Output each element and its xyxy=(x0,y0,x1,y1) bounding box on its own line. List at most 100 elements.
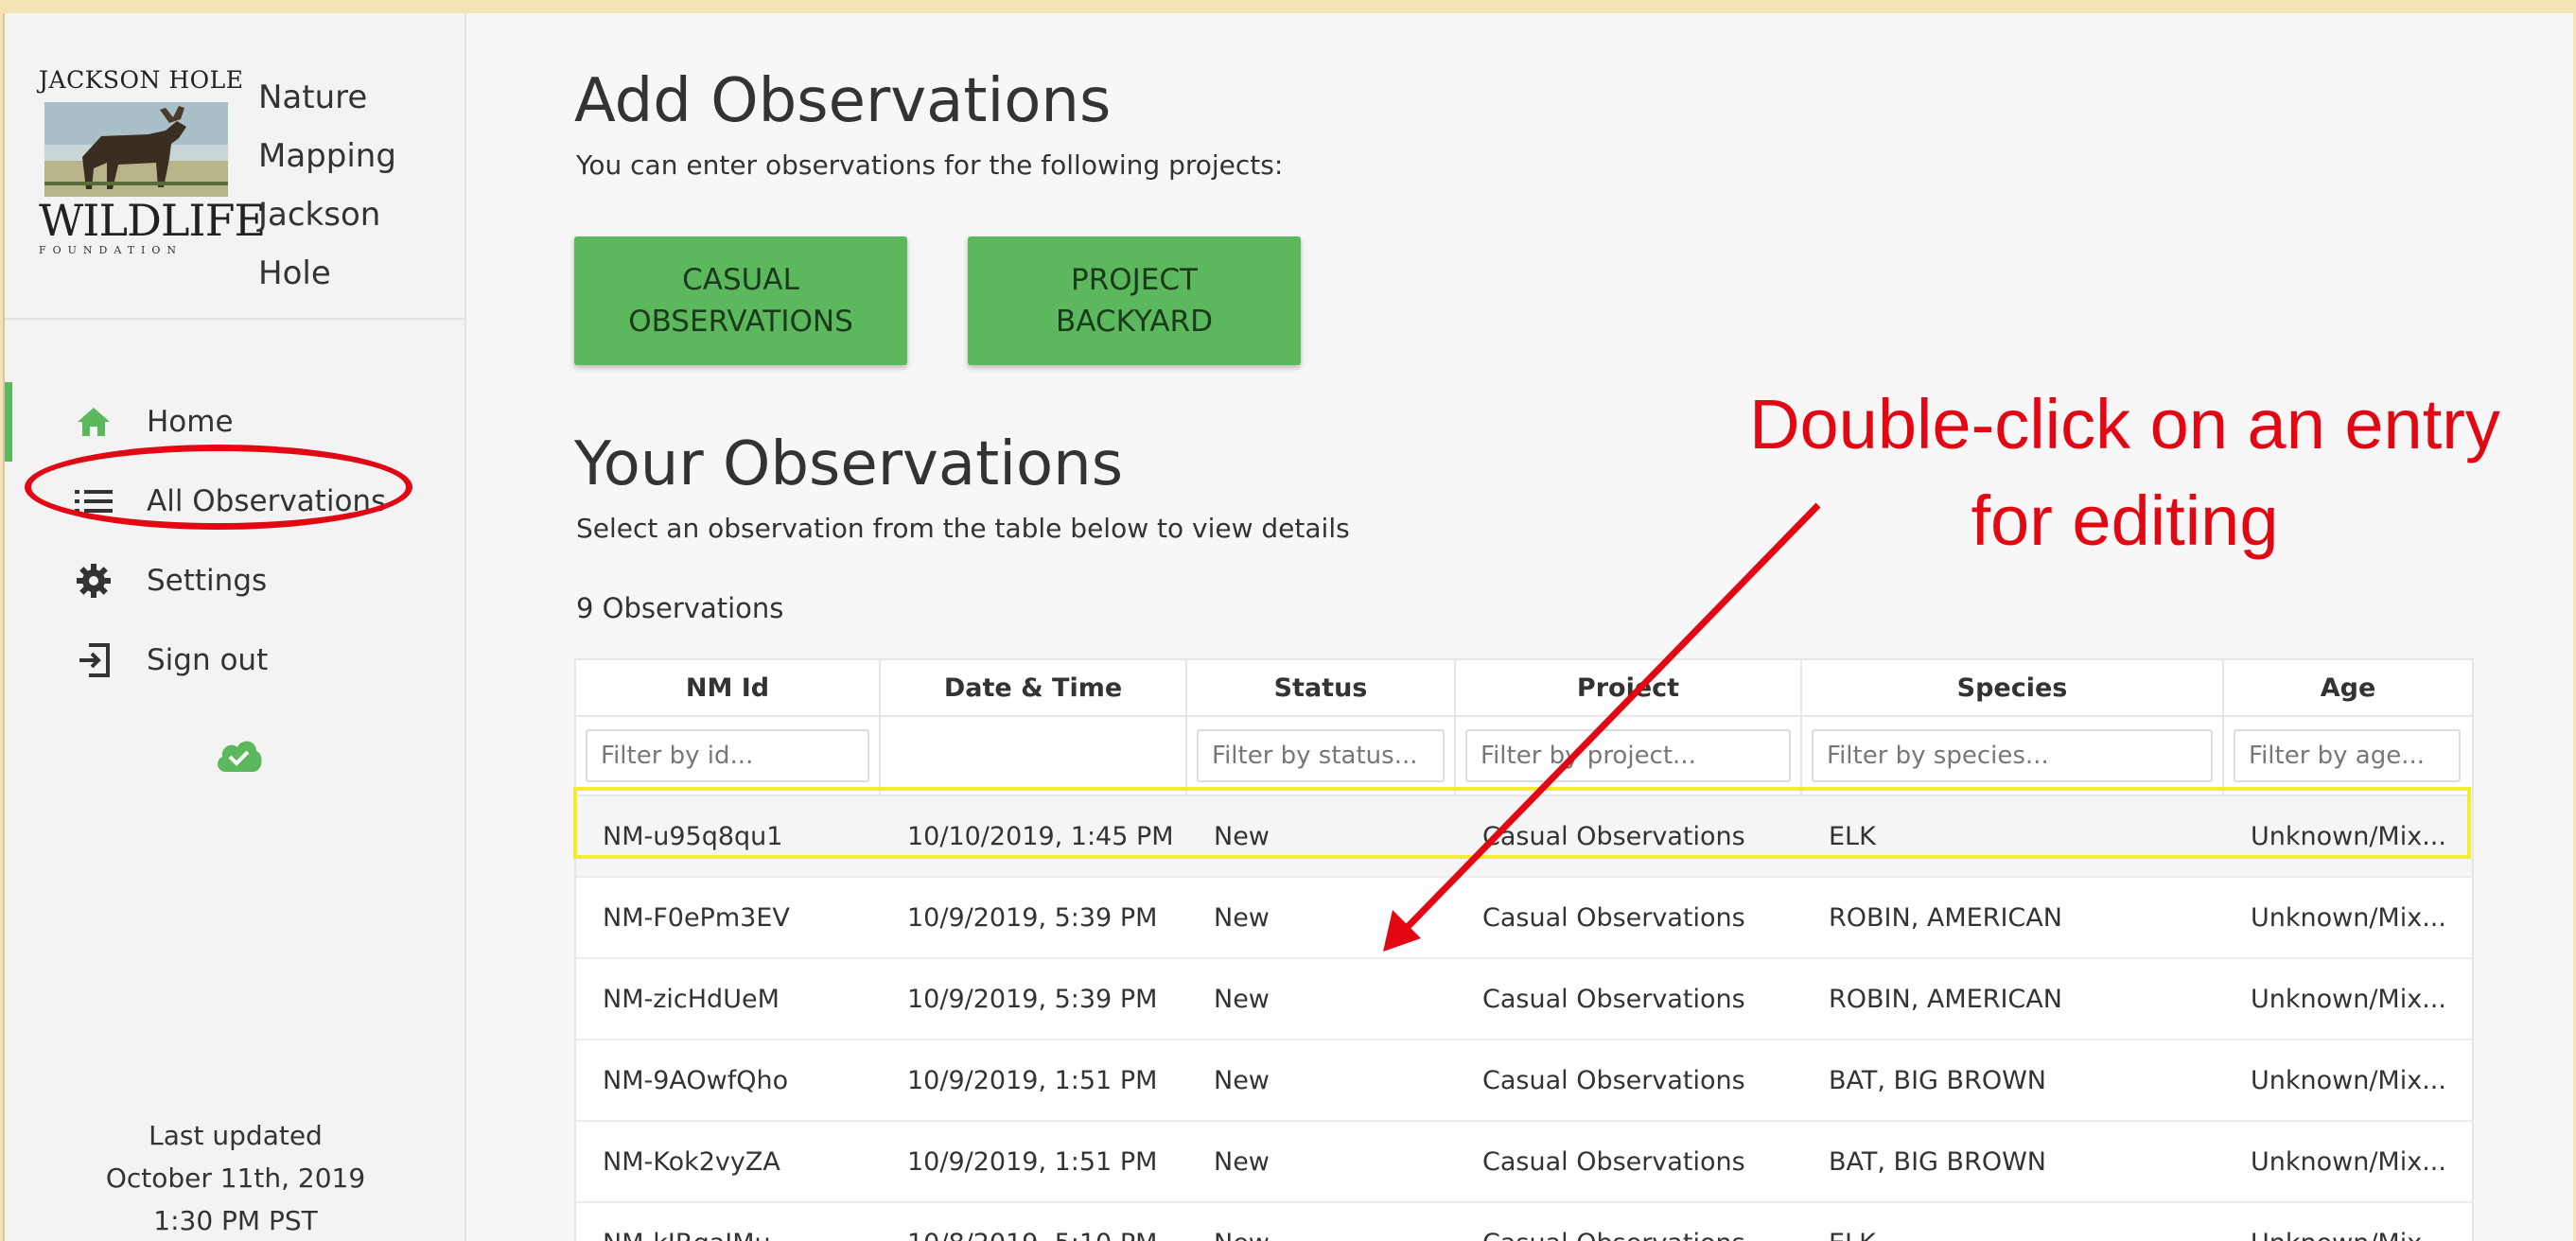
last-updated-label: Last updated xyxy=(149,1120,323,1151)
add-observations-subtitle: You can enter observations for the follo… xyxy=(576,149,1284,181)
filter-cell xyxy=(1456,717,1802,795)
column-header-nm-id[interactable]: NM Id xyxy=(576,660,881,715)
main-content: Add Observations You can enter observati… xyxy=(466,13,2573,1241)
table-row[interactable]: NM-u95q8qu1 10/10/2019, 1:45 PM New Casu… xyxy=(576,796,2472,878)
moose-logo-image xyxy=(44,102,228,197)
filter-cell xyxy=(1802,717,2224,795)
table-row[interactable]: NM-F0ePm3EV 10/9/2019, 5:39 PM New Casua… xyxy=(576,878,2472,959)
last-updated: Last updated October 11th, 2019 1:30 PM … xyxy=(5,1114,466,1241)
last-updated-time: 1:30 PM PST xyxy=(153,1205,318,1236)
filter-age-input[interactable] xyxy=(2234,729,2461,782)
nav-item-settings[interactable]: Settings xyxy=(5,541,464,620)
cell-project: Casual Observations xyxy=(1482,821,1745,851)
brand-header: JACKSON HOLE WILDLIFE FOUNDATION Nature … xyxy=(5,13,466,320)
sidebar-nav: Home All Observations Settings Sign out xyxy=(5,382,464,700)
column-header-date-time[interactable]: Date & Time xyxy=(881,660,1187,715)
filter-cell xyxy=(1187,717,1456,795)
column-header-project[interactable]: Project xyxy=(1456,660,1802,715)
annotation-circle xyxy=(25,445,412,530)
cell-age: Unknown/Mix... xyxy=(2251,902,2446,933)
foundation-logo[interactable]: JACKSON HOLE WILDLIFE FOUNDATION xyxy=(39,66,266,274)
filter-cell-empty xyxy=(881,717,1187,795)
cell-status: New xyxy=(1214,1065,1270,1095)
cell-age: Unknown/Mix... xyxy=(2251,984,2446,1014)
button-label-line: PROJECT xyxy=(1071,263,1198,297)
table-row[interactable]: NM-zicHdUeM 10/9/2019, 5:39 PM New Casua… xyxy=(576,959,2472,1040)
cell-project: Casual Observations xyxy=(1456,1203,1802,1241)
observation-count: 9 Observations xyxy=(576,592,784,624)
cell-species: BAT, BIG BROWN xyxy=(1829,1065,2046,1095)
brand-title[interactable]: Nature Mapping Jackson Hole xyxy=(258,68,447,303)
filter-species-input[interactable] xyxy=(1812,729,2213,782)
cell-status: New xyxy=(1214,902,1270,933)
table-row[interactable]: NM-kJRgaIMu 10/8/2019, 5:10 PM New Casua… xyxy=(576,1203,2472,1241)
cell-species: ROBIN, AMERICAN xyxy=(1829,902,2062,933)
cell-nm-id: NM-u95q8qu1 xyxy=(603,821,783,851)
cell-age: Unknown/Mix... xyxy=(2251,821,2446,851)
nav-item-label: Settings xyxy=(147,564,268,598)
filter-project-input[interactable] xyxy=(1465,729,1791,782)
table-row[interactable]: NM-Kok2vyZA 10/9/2019, 1:51 PM New Casua… xyxy=(576,1122,2472,1203)
observations-table: NM Id Date & Time Status Project Species… xyxy=(574,658,2474,1241)
cell-species: ROBIN, AMERICAN xyxy=(1829,984,2062,1014)
cell-date-time: 10/9/2019, 5:39 PM xyxy=(907,902,1158,933)
cell-nm-id: NM-kJRgaIMu xyxy=(576,1203,881,1241)
annotation-line: for editing xyxy=(1971,481,2279,560)
column-header-status[interactable]: Status xyxy=(1187,660,1456,715)
annotation-line: Double-click on an entry xyxy=(1749,385,2500,463)
cell-nm-id: NM-F0ePm3EV xyxy=(603,902,790,933)
button-label-line: BACKYARD xyxy=(1056,305,1213,339)
button-label-line: OBSERVATIONS xyxy=(628,305,853,339)
cell-nm-id: NM-9AOwfQho xyxy=(603,1065,789,1095)
logo-top-text: JACKSON HOLE xyxy=(39,66,244,94)
brand-line: Hole xyxy=(258,254,331,292)
project-backyard-button[interactable]: PROJECT BACKYARD xyxy=(968,236,1301,365)
column-header-age[interactable]: Age xyxy=(2224,660,2472,715)
add-observations-title: Add Observations xyxy=(574,66,1112,136)
cell-status: New xyxy=(1214,984,1270,1014)
table-row[interactable]: NM-9AOwfQho 10/9/2019, 1:51 PM New Casua… xyxy=(576,1040,2472,1122)
cell-status: New xyxy=(1214,821,1270,851)
cell-age: Unknown/Mix... xyxy=(2251,1065,2446,1095)
cell-status: New xyxy=(1187,1203,1456,1241)
nav-item-label: Sign out xyxy=(147,643,269,677)
cell-date-time: 10/9/2019, 1:51 PM xyxy=(907,1065,1158,1095)
filter-row xyxy=(576,717,2472,796)
cell-nm-id: NM-Kok2vyZA xyxy=(603,1146,780,1177)
cell-age: Unknown/Mix... xyxy=(2224,1203,2472,1241)
home-icon xyxy=(71,403,116,441)
cell-age: Unknown/Mix... xyxy=(2251,1146,2446,1177)
filter-cell xyxy=(2224,717,2472,795)
logo-main-text: WILDLIFE xyxy=(39,195,266,246)
cell-date-time: 10/9/2019, 1:51 PM xyxy=(907,1146,1158,1177)
column-header-species[interactable]: Species xyxy=(1802,660,2224,715)
cell-status: New xyxy=(1214,1146,1270,1177)
brand-line: Nature xyxy=(258,79,368,116)
filter-cell xyxy=(576,717,881,795)
table-header: NM Id Date & Time Status Project Species… xyxy=(576,660,2472,717)
cell-project: Casual Observations xyxy=(1482,1146,1745,1177)
your-observations-subtitle: Select an observation from the table bel… xyxy=(576,513,1350,544)
your-observations-title: Your Observations xyxy=(574,429,1124,499)
cell-project: Casual Observations xyxy=(1482,902,1745,933)
cell-species: ELK xyxy=(1829,821,1876,851)
cell-species: ELK xyxy=(1802,1203,2224,1241)
brand-line: Jackson xyxy=(258,196,381,234)
nav-item-label: Home xyxy=(147,405,234,439)
filter-id-input[interactable] xyxy=(586,729,869,782)
cell-date-time: 10/8/2019, 5:10 PM xyxy=(881,1203,1187,1241)
gear-icon xyxy=(71,562,116,600)
app-window: JACKSON HOLE WILDLIFE FOUNDATION Nature … xyxy=(3,13,2573,1241)
cell-date-time: 10/9/2019, 5:39 PM xyxy=(907,984,1158,1014)
filter-status-input[interactable] xyxy=(1197,729,1445,782)
cloud-check-icon xyxy=(218,741,262,772)
button-label-line: CASUAL xyxy=(682,263,799,297)
sidebar: JACKSON HOLE WILDLIFE FOUNDATION Nature … xyxy=(5,13,466,1241)
cell-project: Casual Observations xyxy=(1482,984,1745,1014)
logo-bottom-text: FOUNDATION xyxy=(39,244,184,256)
cell-project: Casual Observations xyxy=(1482,1065,1745,1095)
cell-date-time: 10/10/2019, 1:45 PM xyxy=(907,821,1174,851)
casual-observations-button[interactable]: CASUAL OBSERVATIONS xyxy=(574,236,907,365)
nav-item-sign-out[interactable]: Sign out xyxy=(5,620,464,700)
brand-line: Mapping xyxy=(258,137,396,175)
